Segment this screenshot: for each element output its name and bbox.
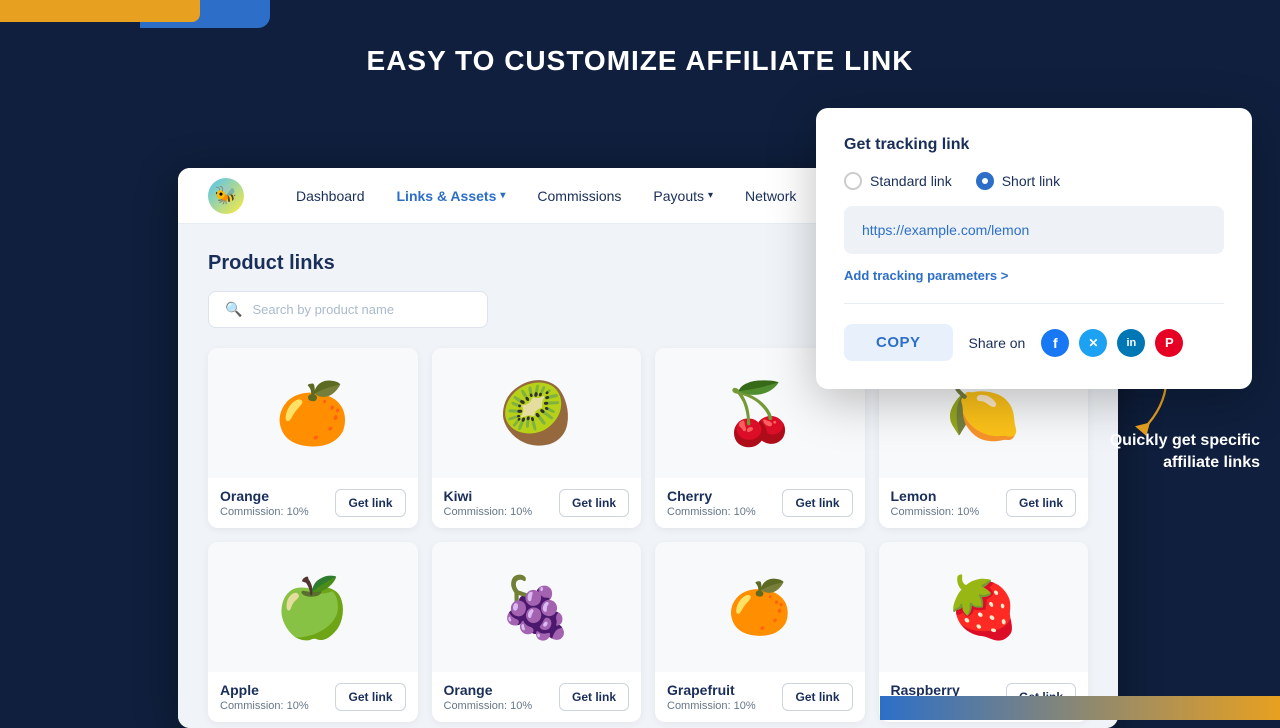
product-name: Orange	[220, 488, 309, 504]
product-card-grapes: 🍇 Orange Commission: 10% Get link	[432, 542, 642, 722]
get-link-button-grapes[interactable]: Get link	[559, 683, 629, 711]
get-link-button-apple[interactable]: Get link	[335, 683, 405, 711]
search-bar[interactable]: 🔍 Search by product name	[208, 291, 488, 328]
modal-divider	[844, 303, 1224, 304]
tracking-link-modal: Get tracking link Standard link Short li…	[816, 108, 1252, 389]
product-image-raspberry: 🍓	[879, 542, 1089, 672]
product-commission: Commission: 10%	[444, 506, 533, 518]
product-card-grapefruit: 🍊 Grapefruit Commission: 10% Get link	[655, 542, 865, 722]
bottom-bar	[880, 696, 1280, 720]
product-image-grapes: 🍇	[432, 542, 642, 672]
product-name: Apple	[220, 682, 309, 698]
search-input[interactable]: Search by product name	[252, 302, 394, 317]
radio-short-circle	[976, 172, 994, 190]
top-bar-orange	[0, 0, 200, 22]
radio-short-label: Short link	[1002, 173, 1060, 189]
product-name: Orange	[444, 682, 533, 698]
url-display: https://example.com/lemon	[844, 206, 1224, 254]
product-card-kiwi: 🥝 Kiwi Commission: 10% Get link	[432, 348, 642, 528]
product-name: Cherry	[667, 488, 756, 504]
search-icon: 🔍	[225, 301, 242, 318]
page-title: EASY TO CUSTOMIZE AFFILIATE LINK	[0, 45, 1280, 77]
logo: 🐝	[208, 178, 244, 214]
product-info-grapes: Orange Commission: 10% Get link	[432, 672, 642, 722]
annotation: Quickly get specificaffiliate links	[1110, 430, 1260, 483]
product-commission: Commission: 10%	[220, 506, 309, 518]
product-commission: Commission: 10%	[667, 506, 756, 518]
get-link-button-cherry[interactable]: Get link	[782, 489, 852, 517]
product-name: Grapefruit	[667, 682, 756, 698]
radio-standard-circle	[844, 172, 862, 190]
radio-group: Standard link Short link	[844, 172, 1224, 190]
product-card-orange: 🍊 Orange Commission: 10% Get link	[208, 348, 418, 528]
social-icons: f ✕ in P	[1041, 329, 1183, 357]
nav-network[interactable]: Network	[745, 188, 796, 204]
actions-row: COPY Share on f ✕ in P	[844, 324, 1224, 361]
copy-button[interactable]: COPY	[844, 324, 953, 361]
get-link-button-grapefruit[interactable]: Get link	[782, 683, 852, 711]
chevron-down-icon: ▾	[708, 190, 713, 201]
get-link-button-orange[interactable]: Get link	[335, 489, 405, 517]
product-info-orange: Orange Commission: 10% Get link	[208, 478, 418, 528]
pinterest-icon[interactable]: P	[1155, 329, 1183, 357]
product-info-lemon: Lemon Commission: 10% Get link	[879, 478, 1089, 528]
modal-title: Get tracking link	[844, 136, 1224, 154]
product-image-kiwi: 🥝	[432, 348, 642, 478]
radio-standard-label: Standard link	[870, 173, 952, 189]
product-info-apple: Apple Commission: 10% Get link	[208, 672, 418, 722]
tracking-params-link[interactable]: Add tracking parameters >	[844, 268, 1224, 283]
radio-standard-link[interactable]: Standard link	[844, 172, 952, 190]
radio-short-link[interactable]: Short link	[976, 172, 1060, 190]
nav-dashboard[interactable]: Dashboard	[296, 188, 365, 204]
product-info-kiwi: Kiwi Commission: 10% Get link	[432, 478, 642, 528]
product-info-cherry: Cherry Commission: 10% Get link	[655, 478, 865, 528]
facebook-icon[interactable]: f	[1041, 329, 1069, 357]
get-link-button-kiwi[interactable]: Get link	[559, 489, 629, 517]
product-name: Kiwi	[444, 488, 533, 504]
product-image-orange: 🍊	[208, 348, 418, 478]
share-label: Share on	[969, 335, 1026, 351]
product-info-grapefruit: Grapefruit Commission: 10% Get link	[655, 672, 865, 722]
product-name: Lemon	[891, 488, 980, 504]
product-commission: Commission: 10%	[667, 700, 756, 712]
product-card-apple: 🍏 Apple Commission: 10% Get link	[208, 542, 418, 722]
product-image-grapefruit: 🍊	[655, 542, 865, 672]
chevron-down-icon: ▾	[500, 190, 505, 201]
linkedin-icon[interactable]: in	[1117, 329, 1145, 357]
product-commission: Commission: 10%	[220, 700, 309, 712]
product-commission: Commission: 10%	[891, 506, 980, 518]
product-card-raspberry: 🍓 Raspberry Commission: 10% Get link	[879, 542, 1089, 722]
nav-commissions[interactable]: Commissions	[537, 188, 621, 204]
product-commission: Commission: 10%	[444, 700, 533, 712]
product-grid: 🍊 Orange Commission: 10% Get link 🥝 Kiwi…	[208, 348, 1088, 722]
twitter-icon[interactable]: ✕	[1079, 329, 1107, 357]
get-link-button-lemon[interactable]: Get link	[1006, 489, 1076, 517]
product-image-apple: 🍏	[208, 542, 418, 672]
nav-links-assets[interactable]: Links & Assets ▾	[397, 188, 506, 204]
nav-payouts[interactable]: Payouts ▾	[653, 188, 713, 204]
logo-icon: 🐝	[208, 178, 244, 214]
